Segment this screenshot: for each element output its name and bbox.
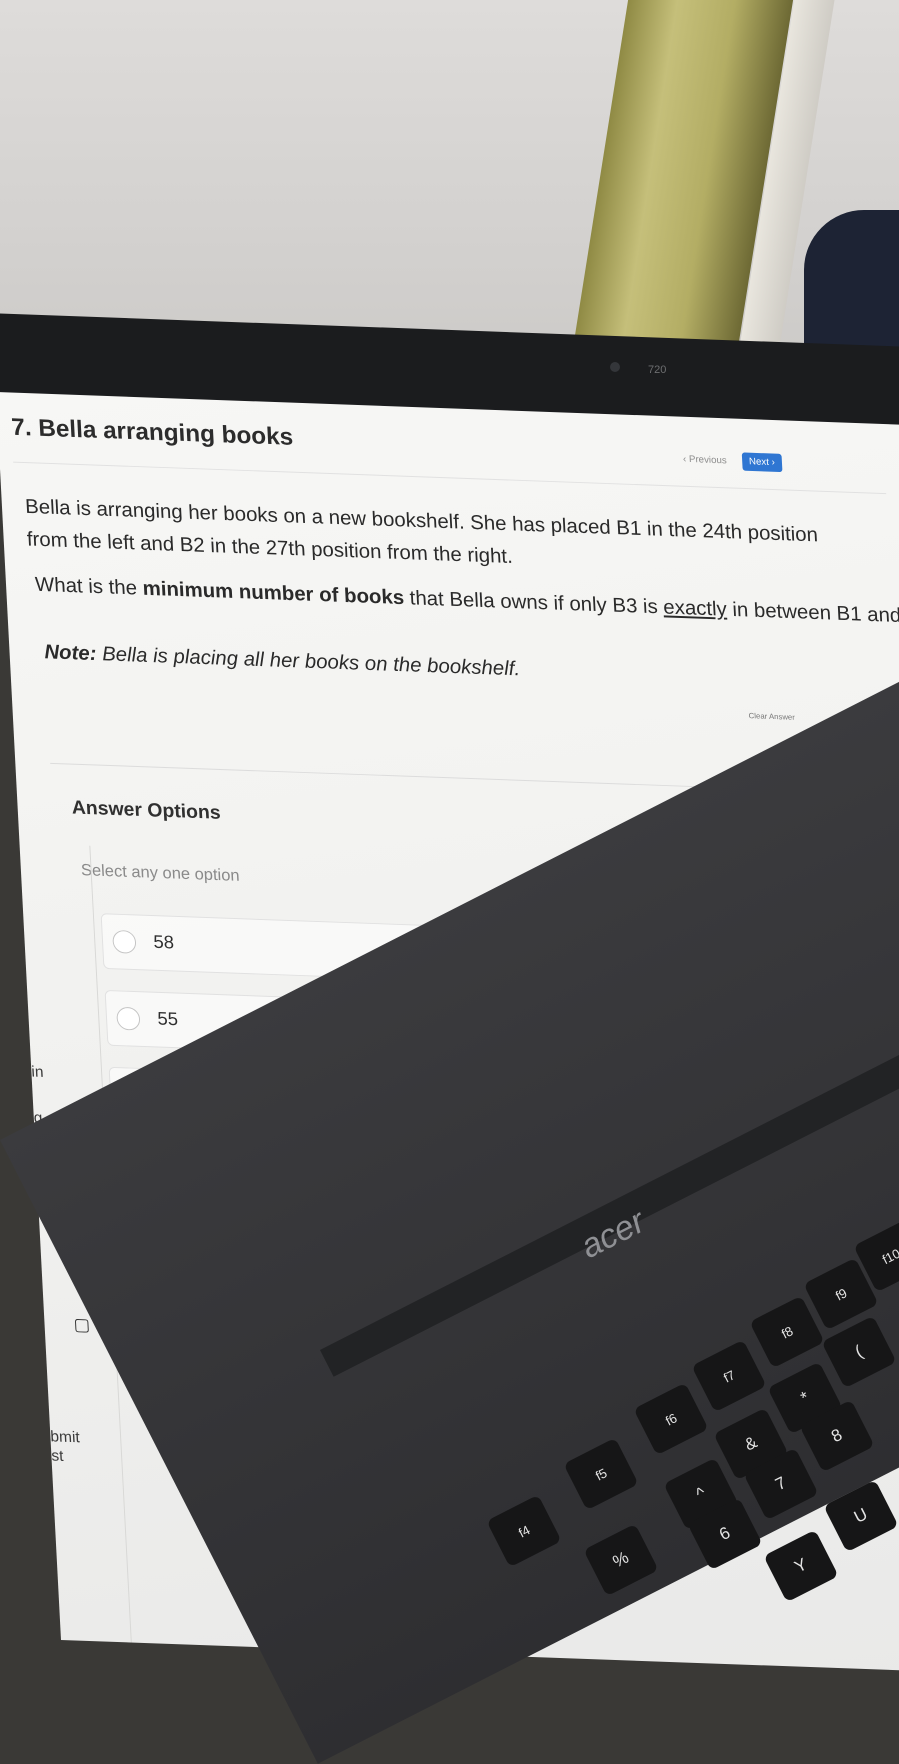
- option-label: 58: [153, 932, 175, 954]
- question-nav: ‹ Previous Next ›: [677, 450, 782, 472]
- clear-answer-link[interactable]: Clear Answer: [748, 711, 795, 721]
- radio-button[interactable]: [116, 1007, 140, 1031]
- sidebar-fragment-st: st: [51, 1448, 64, 1466]
- answer-options-subtitle: Select any one option: [80, 861, 240, 886]
- option-label: 55: [157, 1009, 179, 1031]
- camera-icon: ▢: [73, 1315, 91, 1336]
- question-title: 7. Bella arranging books: [11, 414, 294, 452]
- webcam-label: 720: [648, 364, 666, 376]
- radio-button[interactable]: [112, 930, 136, 954]
- answer-options-title: Answer Options: [71, 797, 221, 824]
- ask-mid: that Bella owns if only B3 is: [403, 587, 663, 618]
- sidebar-submit-button[interactable]: bmit: [50, 1429, 80, 1447]
- next-button[interactable]: Next ›: [742, 452, 782, 472]
- previous-button[interactable]: ‹ Previous: [677, 453, 733, 467]
- note-label: Note:: [44, 641, 97, 665]
- question-text: Bella is arranging her books on a new bo…: [24, 491, 862, 586]
- note-text: Bella is placing all her books on the bo…: [96, 643, 521, 680]
- ask-prefix: What is the: [35, 574, 144, 600]
- question-note: Note: Bella is placing all her books on …: [44, 641, 521, 681]
- ask-bold: minimum number of books: [142, 577, 405, 609]
- ask-underline: exactly: [663, 596, 728, 620]
- ask-suffix: in between B1 and B2?: [726, 598, 899, 628]
- sidebar-fragment-in: in: [31, 1064, 44, 1082]
- webcam-icon: [610, 362, 620, 372]
